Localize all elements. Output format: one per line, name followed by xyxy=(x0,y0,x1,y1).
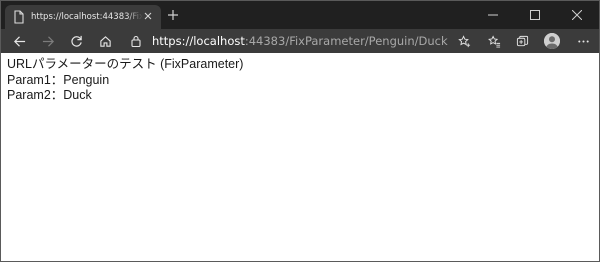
url-path: :44383/FixParameter/Penguin/Duck xyxy=(244,34,448,48)
close-icon xyxy=(572,10,582,20)
profile-avatar[interactable] xyxy=(544,33,560,49)
url-scheme: https:// xyxy=(152,34,194,48)
collections-icon xyxy=(516,35,528,46)
param1-value: Penguin xyxy=(63,72,110,87)
collections-button[interactable] xyxy=(513,32,531,50)
minimize-button[interactable] xyxy=(473,1,513,29)
home-button[interactable] xyxy=(96,32,114,50)
home-icon xyxy=(99,35,111,47)
page-content: URLパラメーターのテスト (FixParameter) Param1：Peng… xyxy=(7,57,243,104)
url-host: localhost xyxy=(193,34,245,48)
browser-toolbar: https://localhost:44383/FixParameter/Pen… xyxy=(1,29,599,53)
param2-value: Duck xyxy=(63,88,92,102)
user-icon xyxy=(544,33,560,49)
browser-window: https://localhost:44383/FixParam xyxy=(0,0,600,262)
tab-strip: https://localhost:44383/FixParam xyxy=(1,1,599,29)
star-add-icon xyxy=(457,34,470,47)
settings-menu-button[interactable] xyxy=(574,32,592,50)
add-favorite-button[interactable] xyxy=(455,32,473,50)
page-viewport: URLパラメーターのテスト (FixParameter) Param1：Peng… xyxy=(1,53,599,261)
close-window-button[interactable] xyxy=(557,1,597,29)
new-tab-icon[interactable] xyxy=(167,9,179,21)
favorites-icon xyxy=(487,34,500,48)
param1-label: Param1： xyxy=(7,72,64,87)
param2-label: Param2： xyxy=(7,88,64,102)
tab-title: https://localhost:44383/FixParam xyxy=(31,12,143,22)
lock-icon[interactable] xyxy=(130,35,142,47)
forward-button[interactable] xyxy=(39,32,57,50)
forward-arrow-icon xyxy=(42,35,54,47)
favorites-button[interactable] xyxy=(485,32,503,50)
maximize-icon xyxy=(530,10,540,20)
param1-line: Param1：Penguin xyxy=(7,73,243,89)
url-text: https://localhost:44383/FixParameter/Pen… xyxy=(152,34,448,48)
refresh-icon xyxy=(70,35,82,47)
address-bar[interactable]: https://localhost:44383/FixParameter/Pen… xyxy=(124,31,509,51)
minimize-icon xyxy=(488,14,498,16)
browser-tab[interactable]: https://localhost:44383/FixParam xyxy=(5,5,161,29)
more-options-icon xyxy=(577,39,589,43)
close-tab-icon[interactable] xyxy=(142,10,154,22)
back-button[interactable] xyxy=(10,32,28,50)
page-icon xyxy=(14,10,24,24)
param2-line: Param2：Duck xyxy=(7,88,243,104)
page-heading: URLパラメーターのテスト (FixParameter) xyxy=(7,57,244,71)
refresh-button[interactable] xyxy=(67,32,85,50)
maximize-button[interactable] xyxy=(515,1,555,29)
back-arrow-icon xyxy=(13,35,25,47)
